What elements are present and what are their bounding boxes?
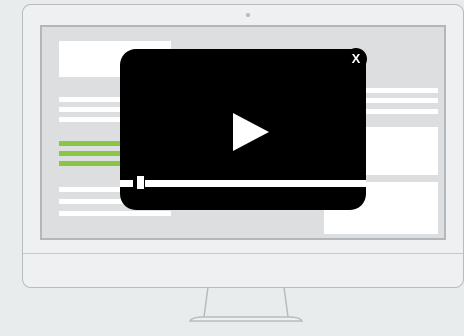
video-progress-bar[interactable] — [120, 180, 366, 187]
placeholder-line — [59, 211, 171, 216]
monitor-stand — [188, 287, 304, 322]
video-popup — [120, 49, 366, 210]
video-progress-handle[interactable] — [137, 176, 144, 189]
camera-dot — [246, 13, 250, 17]
close-icon[interactable]: X — [345, 48, 367, 70]
play-icon[interactable] — [232, 112, 272, 152]
monitor-chin-divider — [23, 253, 463, 254]
